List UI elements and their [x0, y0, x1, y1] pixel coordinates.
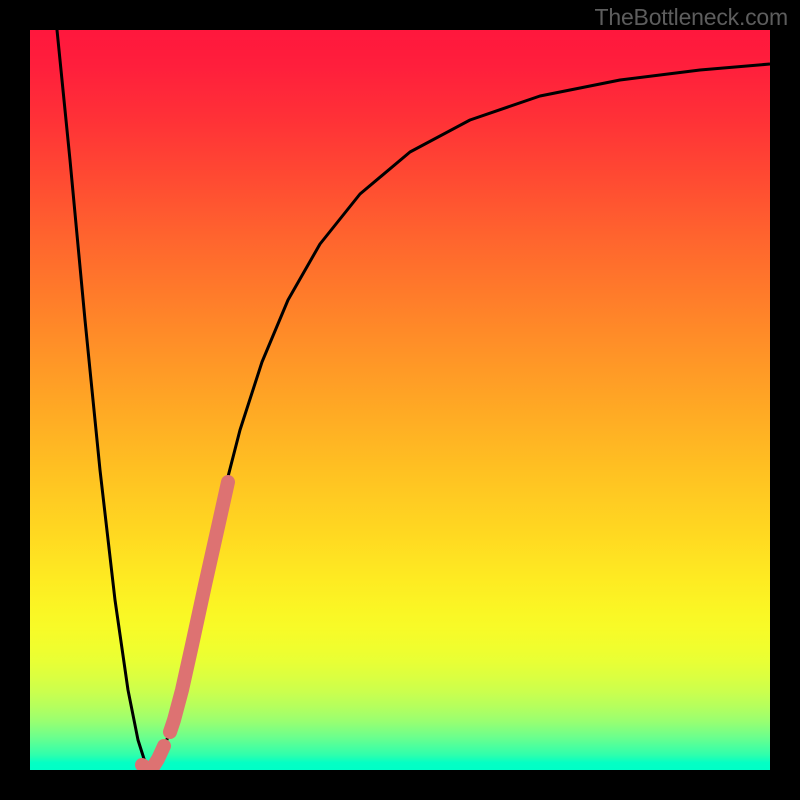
curve-layer [30, 30, 770, 770]
chart-frame: TheBottleneck.com [0, 0, 800, 800]
plot-area [30, 30, 770, 770]
highlight-segment-upper [170, 482, 228, 732]
highlight-segment-lower [142, 746, 164, 769]
main-curve [56, 30, 770, 768]
watermark-text: TheBottleneck.com [595, 4, 788, 31]
